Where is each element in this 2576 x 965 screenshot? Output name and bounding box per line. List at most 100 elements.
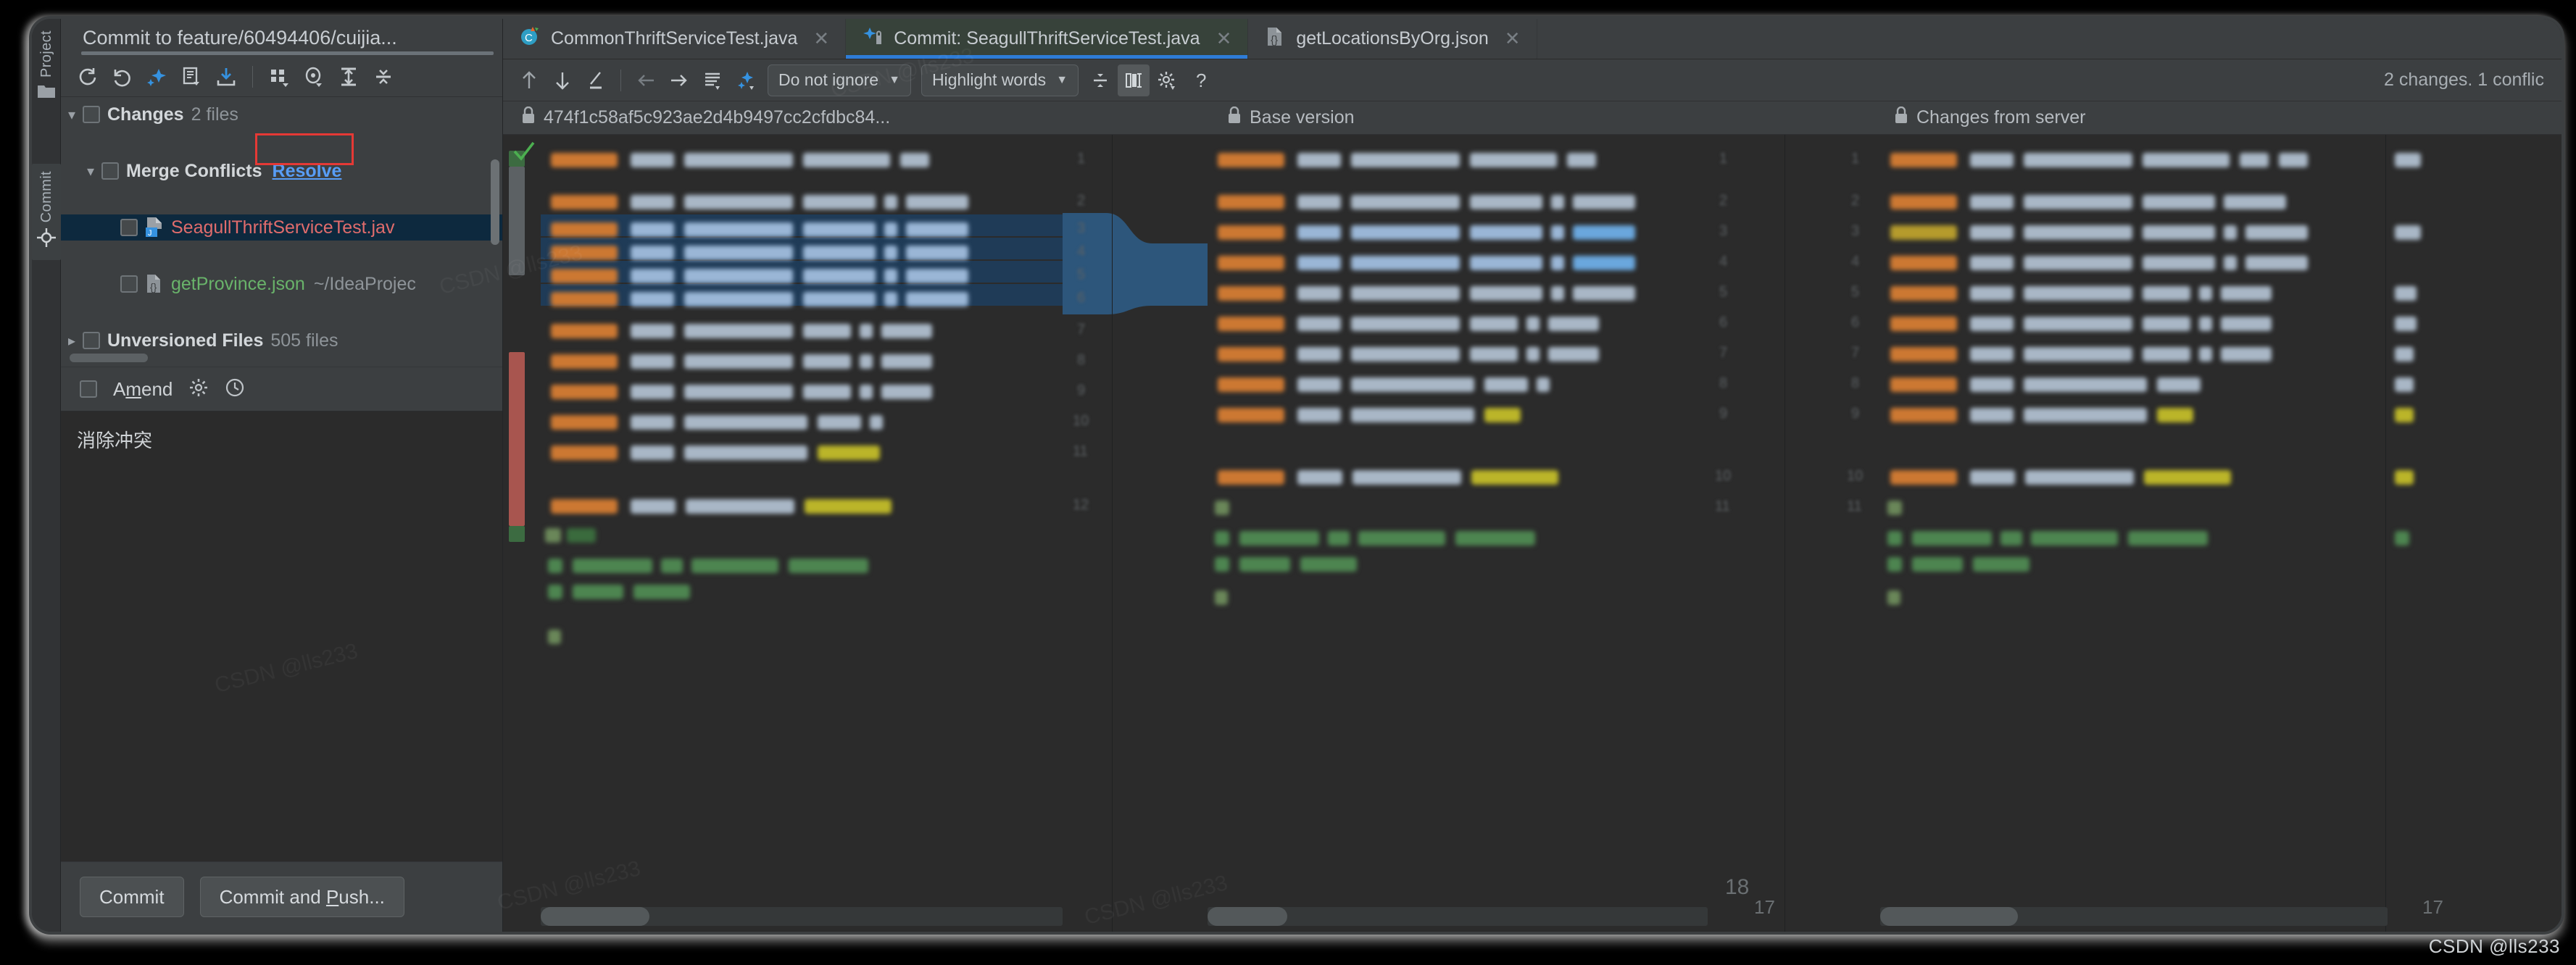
lock-icon — [522, 106, 535, 129]
show-diff-icon[interactable] — [175, 61, 207, 93]
commit-message-input[interactable]: 消除冲突 — [61, 412, 502, 862]
diff-viewer[interactable]: 1 2 3 4 5 6 7 8 9 10 11 12 1 2 3 4 5 6 7… — [503, 135, 2562, 932]
collapse-unchanged-icon[interactable] — [1084, 64, 1116, 96]
chevron-right-icon[interactable]: ▸ — [61, 332, 83, 350]
highlight-mode-dropdown[interactable]: Highlight words ▼ — [921, 64, 1079, 96]
close-icon[interactable]: ✕ — [1216, 28, 1232, 50]
line-numbers-center-left: 1 2 3 4 5 6 7 8 9 10 11 — [1715, 151, 1732, 514]
resolve-link[interactable]: Resolve — [273, 161, 342, 182]
getprovince-file-checkbox[interactable] — [120, 275, 138, 293]
close-icon[interactable]: ✕ — [1505, 28, 1521, 50]
clock-icon[interactable] — [225, 377, 245, 401]
tool-window-label-commit: Commit — [38, 171, 54, 223]
changes-tree[interactable]: ▾ Changes 2 files ▾ Merge Conflicts Reso… — [61, 97, 502, 367]
commit-tool-window: Commit to feature/60494406/cuijia... ▾ C… — [61, 19, 503, 932]
diff-status-text: 2 changes. 1 conflic — [2384, 70, 2544, 90]
json-icon: {} — [1264, 25, 1286, 52]
tree-node-changes[interactable]: ▾ Changes 2 files — [61, 101, 502, 128]
svg-text:?: ? — [1196, 70, 1206, 91]
help-icon[interactable]: ? — [1184, 64, 1216, 96]
unversioned-files-checkbox[interactable] — [83, 332, 100, 349]
scrollbar-thumb[interactable] — [541, 907, 649, 926]
folder-icon — [37, 83, 56, 104]
scrollbar-thumb[interactable] — [70, 354, 148, 362]
accept-left-icon[interactable] — [630, 64, 662, 96]
chevron-down-icon[interactable]: ▾ — [80, 162, 101, 180]
amend-label: Amend — [113, 377, 173, 400]
magic-resolve-lines-icon[interactable] — [697, 64, 728, 96]
tree-horizontal-scrollbar[interactable] — [70, 354, 475, 362]
ignore-policy-value: Do not ignore — [778, 70, 879, 89]
commit-and-push-button-label: Commit and Push... — [219, 885, 385, 908]
commit-message-text: 消除冲突 — [77, 430, 153, 451]
commit-node-icon — [37, 228, 56, 251]
next-difference-icon[interactable] — [547, 64, 578, 96]
diff-pane-local[interactable] — [541, 135, 1063, 898]
tree-node-getprovince-file[interactable]: ▾ {} getProvince.json ~/IdeaProjec — [61, 271, 502, 297]
previous-difference-icon[interactable] — [513, 64, 545, 96]
diff-title-right-label: Changes from server — [1916, 107, 2086, 128]
chevron-down-icon[interactable]: ▾ — [61, 106, 83, 124]
tree-node-getprovince-file-label: getProvince.json — [171, 273, 305, 294]
tool-window-strip: Project Commit — [32, 19, 61, 932]
preview-diff-icon[interactable] — [298, 61, 330, 93]
commit-button[interactable]: Commit — [80, 877, 184, 917]
editor-area: C CommonThriftServiceTest.java ✕ Commit:… — [503, 19, 2562, 932]
rollback-icon[interactable] — [106, 61, 138, 93]
amend-checkbox[interactable] — [80, 380, 97, 398]
scrollbar-thumb[interactable] — [1880, 907, 2018, 926]
diff-settings-gear-icon[interactable] — [1151, 64, 1183, 96]
collapse-all-icon[interactable] — [367, 61, 399, 93]
toolbar-separator — [620, 69, 621, 91]
group-by-icon[interactable] — [263, 61, 295, 93]
refresh-changes-icon[interactable] — [71, 61, 103, 93]
line-numbers-left: 1 2 3 4 5 6 7 8 9 10 11 12 — [1073, 151, 1089, 513]
editor-layout-icon[interactable] — [1118, 64, 1150, 96]
chevron-down-icon: ▼ — [889, 73, 900, 86]
scrollbar-thumb[interactable] — [1208, 907, 1287, 926]
chevron-down-icon: ▼ — [1056, 73, 1068, 86]
shelve-silently-icon[interactable] — [141, 61, 173, 93]
line-number-17-right: 17 — [2422, 896, 2443, 918]
accept-all-checkmark-icon[interactable] — [512, 141, 536, 166]
tree-vertical-scrollbar[interactable] — [491, 159, 499, 245]
scrollbar-thumb[interactable] — [509, 167, 525, 275]
tool-window-button-project[interactable]: Project — [32, 30, 61, 104]
diff-marker-strip[interactable] — [509, 135, 525, 898]
close-icon[interactable]: ✕ — [813, 28, 829, 50]
tree-node-merge-conflicts[interactable]: ▾ Merge Conflicts Resolve — [61, 158, 502, 184]
resolve-conflicts-icon[interactable] — [730, 64, 762, 96]
diff-hscroll-left[interactable] — [541, 907, 1063, 926]
tab-common-thrift-service-test[interactable]: C CommonThriftServiceTest.java ✕ — [503, 19, 847, 59]
commit-panel-title: Commit to feature/60494406/cuijia... — [61, 19, 502, 57]
tree-node-seagull-file[interactable]: ▾ J SeagullThriftServiceTest.jav — [61, 214, 502, 241]
tree-node-seagull-file-label: SeagullThriftServiceTest.jav — [171, 217, 395, 238]
diff-pane-titles: 474f1c58af5c923ae2d4b9497cc2cfdbc84... B… — [503, 101, 2562, 135]
commit-buttons-row: Commit Commit and Push... — [61, 862, 502, 932]
apply-non-conflicting-icon[interactable] — [580, 64, 612, 96]
ignore-policy-dropdown[interactable]: Do not ignore ▼ — [768, 64, 911, 96]
tool-window-button-commit[interactable]: Commit — [32, 164, 61, 261]
diff-pane-server-overflow[interactable] — [2388, 135, 2562, 898]
diff-pane-server[interactable] — [1880, 135, 2388, 898]
diff-hscroll-right[interactable] — [1880, 907, 2388, 926]
line-number-17: 17 — [1754, 896, 1775, 918]
application-window: Project Commit Commit to feature/6049440… — [29, 16, 2564, 935]
expand-all-icon[interactable] — [333, 61, 365, 93]
update-project-icon[interactable] — [210, 61, 242, 93]
tab-commit-seagull-thrift-service-test[interactable]: Commit: SeagullThriftServiceTest.java ✕ — [846, 19, 1249, 59]
seagull-file-checkbox[interactable] — [120, 219, 138, 236]
accept-right-icon[interactable] — [663, 64, 695, 96]
diff-pane-base[interactable] — [1208, 135, 1708, 898]
commit-and-push-button[interactable]: Commit and Push... — [199, 877, 404, 917]
amend-row: Amend — [61, 367, 502, 412]
merge-conflicts-checkbox[interactable] — [101, 162, 119, 180]
tab-get-locations-by-org[interactable]: {} getLocationsByOrg.json ✕ — [1248, 19, 1537, 59]
changes-checkbox[interactable] — [83, 106, 100, 123]
tree-node-unversioned-files[interactable]: ▸ Unversioned Files 505 files — [61, 327, 502, 354]
editor-tab-bar: C CommonThriftServiceTest.java ✕ Commit:… — [503, 19, 2562, 59]
diff-title-center-label: Base version — [1250, 107, 1355, 128]
gear-icon[interactable] — [188, 377, 209, 401]
svg-text:{}: {} — [150, 281, 157, 293]
diff-hscroll-center[interactable] — [1208, 907, 1708, 926]
